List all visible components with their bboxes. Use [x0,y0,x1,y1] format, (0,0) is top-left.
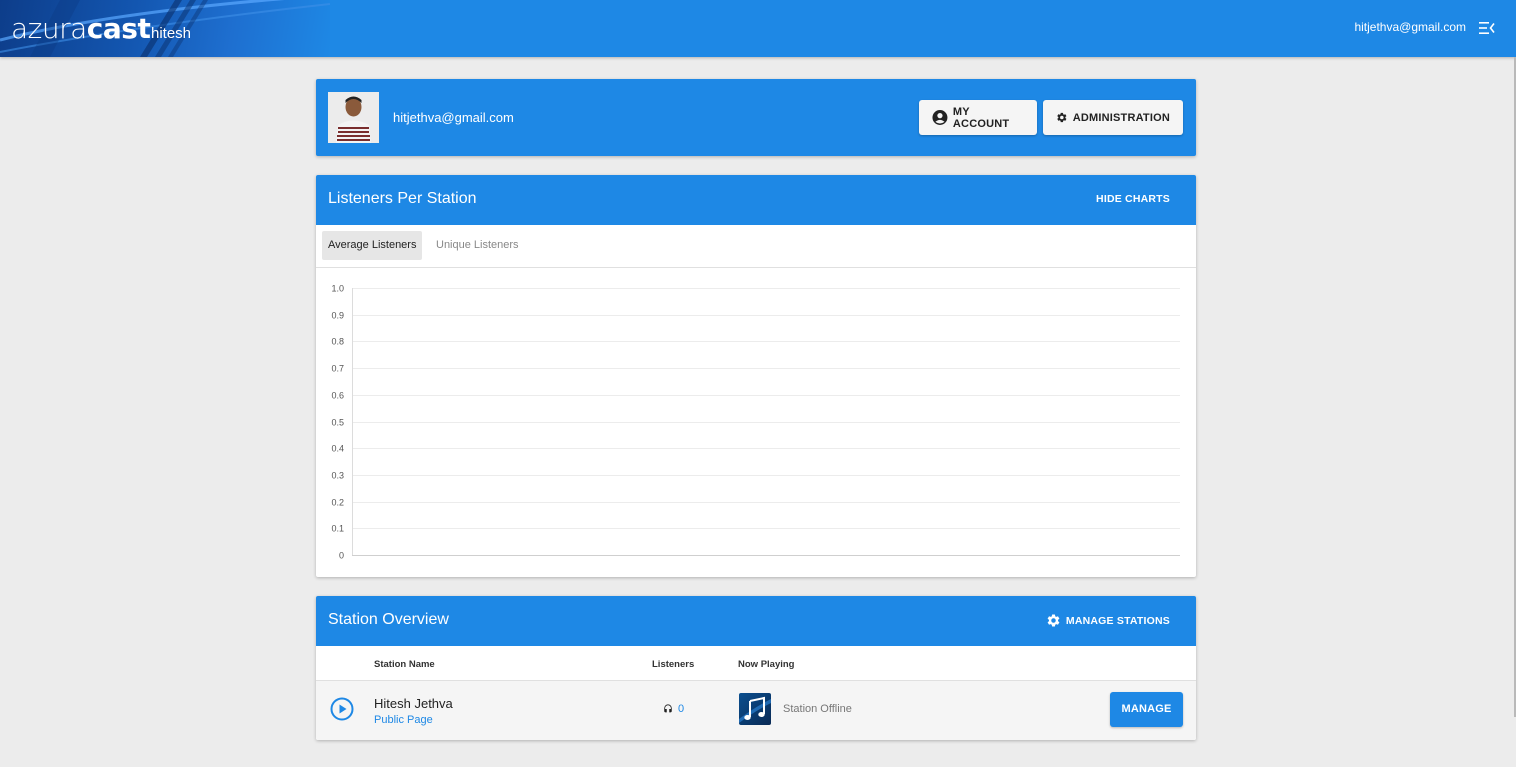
station-table-header: Station Name Listeners Now Playing [316,646,1196,681]
header-user-email: hitjethva@gmail.com [1354,20,1466,34]
listeners-card-header: Listeners Per Station HIDE CHARTS [316,175,1196,225]
column-listeners: Listeners [652,659,695,670]
column-station-name: Station Name [374,659,435,670]
my-account-label: MY ACCOUNT [952,105,1010,130]
listeners-per-station-card: Listeners Per Station HIDE CHARTS Averag… [316,175,1196,577]
azuracast-logo[interactable]: azuracast [11,12,151,45]
play-icon[interactable] [330,697,354,726]
gear-icon [1057,112,1067,123]
hide-charts-button[interactable]: HIDE CHARTS [1096,193,1170,205]
manage-stations-button[interactable]: MANAGE STATIONS [1046,613,1170,628]
user-card: hitjethva@gmail.com MY ACCOUNT ADMINISTR… [316,79,1196,156]
user-avatar [328,92,379,143]
administration-label: ADMINISTRATION [1072,111,1170,124]
station-overview-title: Station Overview [328,611,449,628]
account-circle-icon [932,110,948,125]
public-page-link[interactable]: Public Page [374,714,433,726]
y-tick-label: 0.2 [331,498,344,508]
listener-count-value: 0 [678,703,685,715]
user-email: hitjethva@gmail.com [393,110,514,125]
station-overview-header: Station Overview MANAGE STATIONS [316,596,1196,646]
listener-count[interactable]: 0 [663,703,684,715]
y-tick-label: 0.4 [331,444,344,454]
listeners-card-title: Listeners Per Station [328,190,477,207]
administration-button[interactable]: ADMINISTRATION [1043,100,1183,135]
y-tick-label: 0 [339,551,344,561]
manage-station-button[interactable]: MANAGE [1110,692,1183,727]
headphones-icon [664,704,672,713]
y-tick-label: 0.8 [331,337,344,347]
y-tick-label: 0.1 [331,524,344,534]
y-tick-label: 0.7 [331,364,344,374]
y-tick-label: 0.9 [331,311,344,321]
top-navbar: azuracast hitesh hitjethva@gmail.com [0,0,1516,57]
y-tick-label: 1.0 [331,284,344,294]
y-tick-label: 0.3 [331,471,344,481]
chart-tabs: Average Listeners Unique Listeners [316,225,1196,268]
station-name: Hitesh Jethva [374,696,453,711]
tab-unique-listeners[interactable]: Unique Listeners [430,231,525,260]
album-art-music-icon [739,693,771,725]
logo-text-light: azura [11,12,87,45]
now-playing-status: Station Offline [783,703,852,715]
my-account-button[interactable]: MY ACCOUNT [919,100,1037,135]
y-tick-label: 0.5 [331,418,344,428]
instance-name: hitesh [151,25,192,42]
table-row: Hitesh Jethva Public Page 0 Station Offl… [316,681,1196,740]
manage-stations-label: MANAGE STATIONS [1065,614,1170,627]
column-now-playing: Now Playing [738,659,795,670]
listeners-chart: 0 0.1 0.2 0.3 0.4 0.5 0.6 0.7 0.8 0.9 1.0 [331,284,1180,561]
station-overview-card: Station Overview MANAGE STATIONS Station… [316,596,1196,740]
menu-toggle-icon[interactable] [1478,19,1496,37]
y-tick-label: 0.6 [331,391,344,401]
gear-icon [1047,614,1060,627]
logo-text-bold: cast [86,12,151,45]
tab-average-listeners[interactable]: Average Listeners [322,231,423,260]
